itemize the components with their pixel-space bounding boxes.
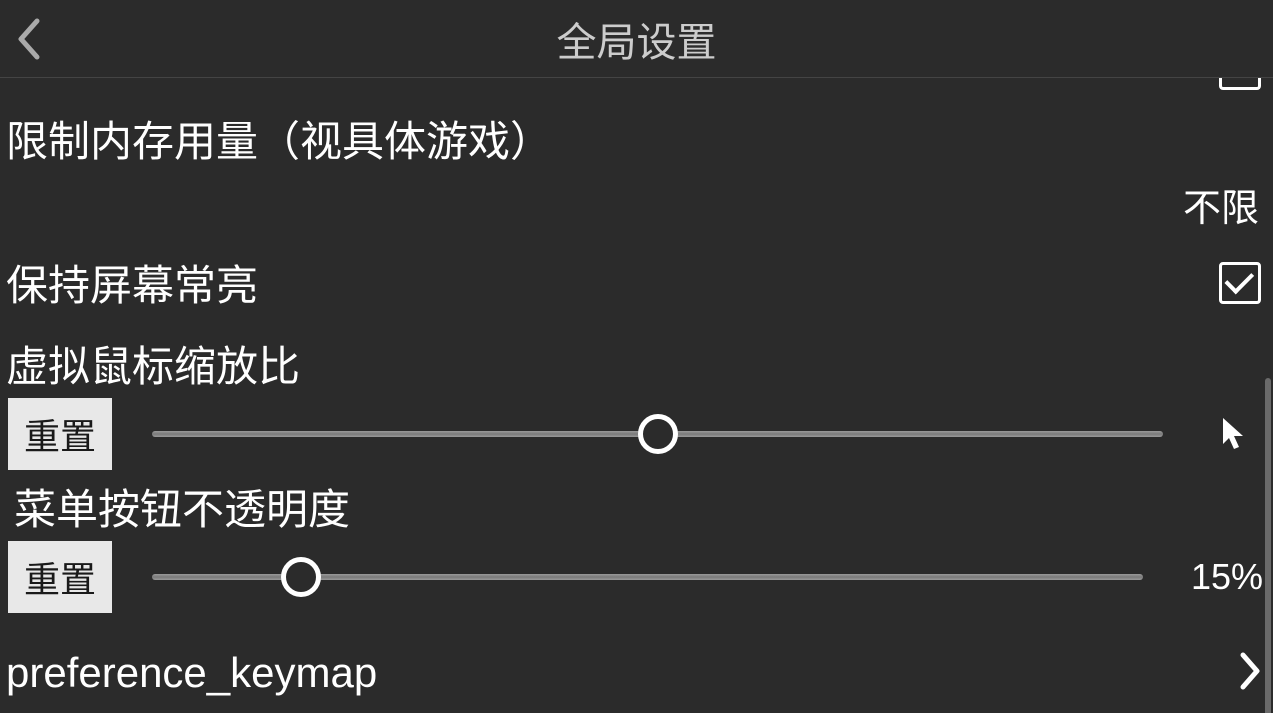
menu-opacity-label: 菜单按钮不透明度 xyxy=(0,476,1273,537)
preference-keymap-label: preference_keymap xyxy=(6,649,377,697)
force-default-font-checkbox[interactable] xyxy=(1219,78,1261,90)
scrollbar[interactable] xyxy=(1265,378,1271,713)
back-button[interactable] xyxy=(6,17,50,61)
keep-screen-on-label: 保持屏幕常亮 xyxy=(6,252,258,313)
memory-limit-value: 不限 xyxy=(6,177,1261,232)
menu-opacity-slider[interactable] xyxy=(152,557,1143,597)
header-bar: 全局设置 xyxy=(0,0,1273,78)
slider-thumb[interactable] xyxy=(638,414,678,454)
memory-limit-label: 限制内存用量（视具体游戏） xyxy=(6,108,1261,169)
setting-force-default-font[interactable]: 强制使用默认字体 xyxy=(0,78,1273,94)
settings-content: 强制使用默认字体 限制内存用量（视具体游戏） 不限 保持屏幕常亮 虚拟鼠标缩放比… xyxy=(0,78,1273,713)
virtual-mouse-reset-button[interactable]: 重置 xyxy=(8,398,112,470)
menu-opacity-reset-button[interactable]: 重置 xyxy=(8,541,112,613)
cursor-icon xyxy=(1203,416,1263,452)
virtual-mouse-scale-label: 虚拟鼠标缩放比 xyxy=(0,333,1273,394)
setting-keep-screen-on[interactable]: 保持屏幕常亮 xyxy=(0,240,1273,325)
setting-preference-keymap[interactable]: preference_keymap xyxy=(0,631,1273,713)
slider-thumb[interactable] xyxy=(281,557,321,597)
menu-opacity-value: 15% xyxy=(1183,556,1263,598)
virtual-mouse-slider[interactable] xyxy=(152,414,1163,454)
setting-virtual-mouse-scale: 虚拟鼠标缩放比 重置 xyxy=(0,333,1273,468)
keep-screen-on-checkbox[interactable] xyxy=(1219,262,1261,304)
setting-menu-button-opacity: 菜单按钮不透明度 重置 15% xyxy=(0,476,1273,611)
chevron-right-icon xyxy=(1239,651,1261,696)
page-title: 全局设置 xyxy=(0,10,1273,68)
chevron-left-icon xyxy=(15,17,41,61)
setting-memory-limit[interactable]: 限制内存用量（视具体游戏） 不限 xyxy=(0,100,1273,240)
force-default-font-label: 强制使用默认字体 xyxy=(8,78,344,81)
